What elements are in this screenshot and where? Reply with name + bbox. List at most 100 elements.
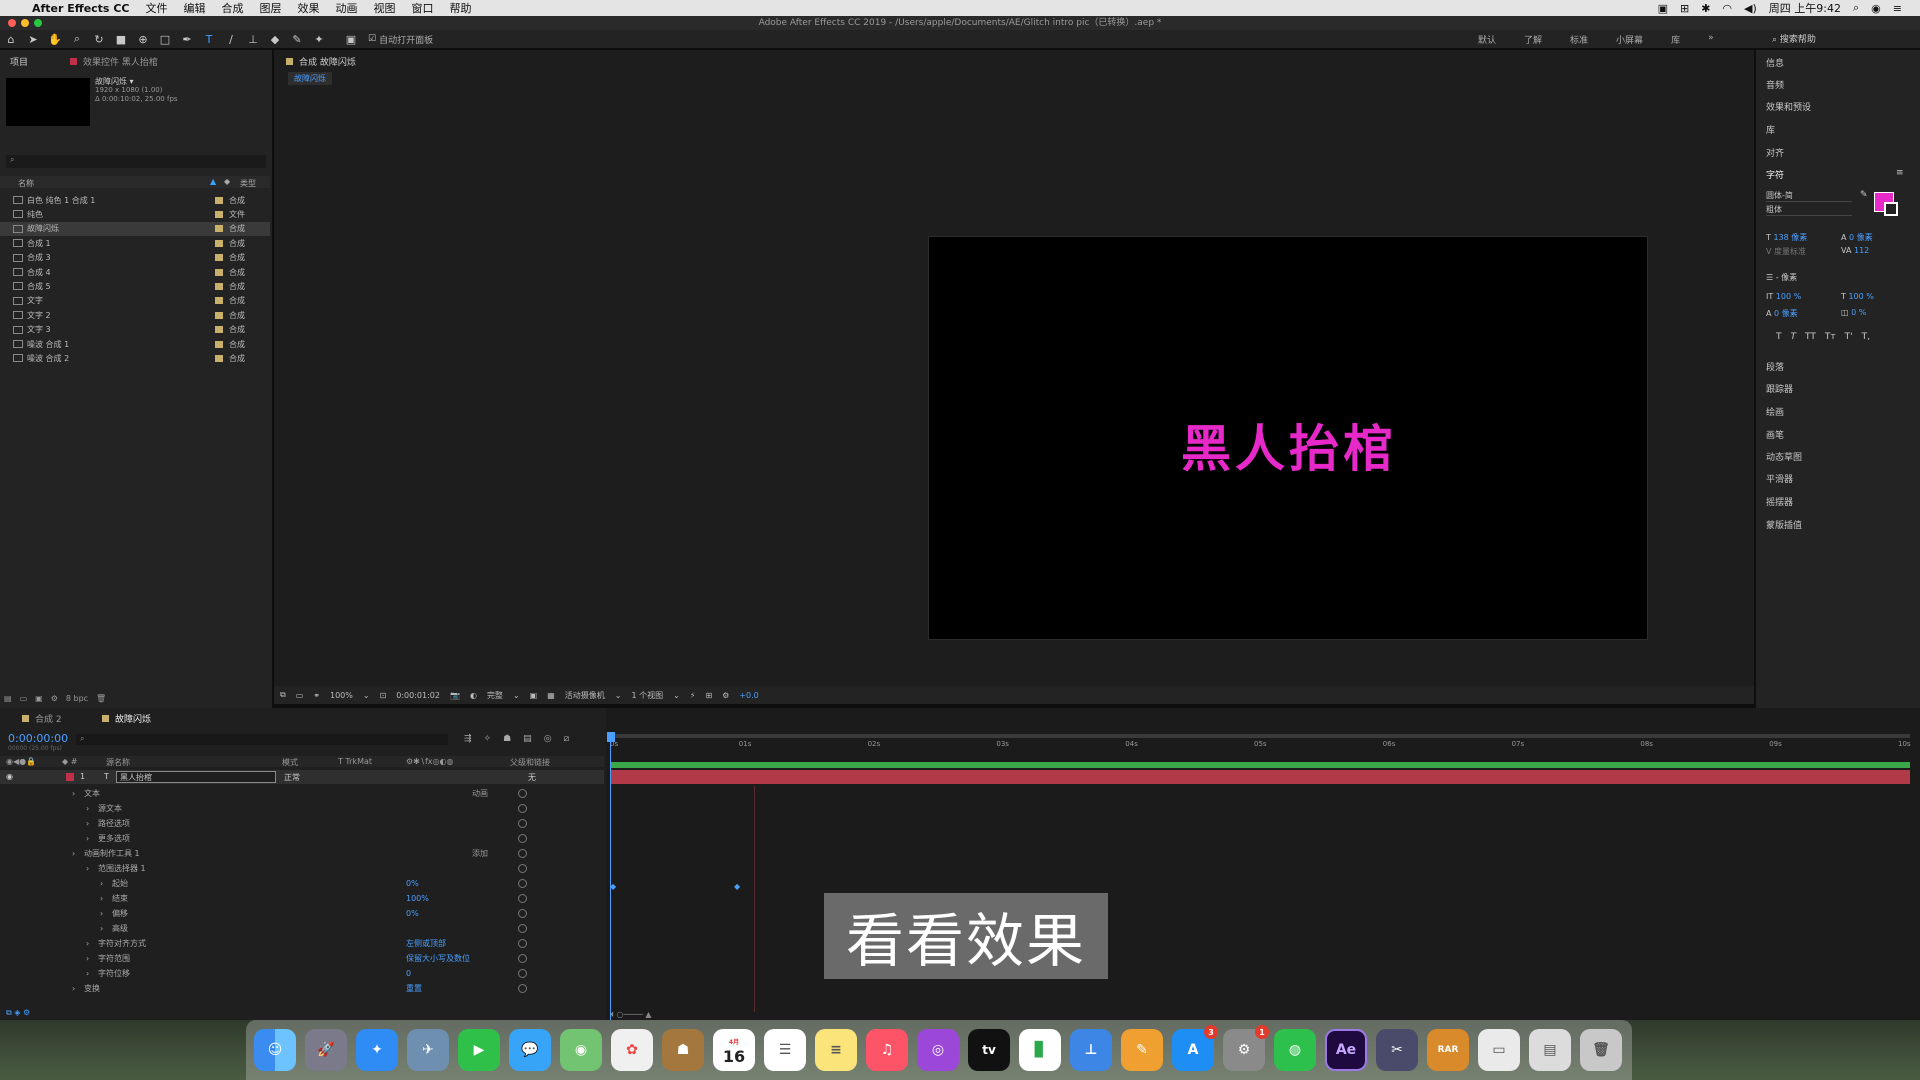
current-time-indicator[interactable] xyxy=(610,732,611,1022)
label-color-swatch[interactable] xyxy=(215,268,223,276)
panel-info[interactable]: 信息 xyxy=(1766,56,1784,69)
siri-icon[interactable]: ◉ xyxy=(1871,2,1881,15)
eyedropper-icon[interactable]: ✎ xyxy=(1860,190,1868,200)
baseline-shift-field[interactable]: A 0 像素 xyxy=(1766,308,1798,319)
chevron-right-icon[interactable]: › xyxy=(72,984,75,993)
new-folder-icon[interactable]: ▭ xyxy=(20,694,28,703)
property-row[interactable]: › 高级 xyxy=(0,921,604,936)
project-item[interactable]: 文字 合成 xyxy=(0,294,270,308)
menu-help[interactable]: 帮助 xyxy=(441,0,479,16)
reminders-icon[interactable]: ☰ xyxy=(764,1029,806,1071)
timeline-footer-icons[interactable]: ⧉ ◈ ⚙ xyxy=(6,1008,30,1018)
stroke-width-field[interactable]: ☰ - 像素 xyxy=(1766,272,1797,283)
label-color-swatch[interactable] xyxy=(215,340,223,348)
exposure-value[interactable]: +0.0 xyxy=(739,691,758,700)
kerning-field[interactable]: V 度量标准 xyxy=(1766,246,1806,257)
bluetooth-icon[interactable]: ✱ xyxy=(1701,2,1710,15)
stopwatch-icon[interactable] xyxy=(518,984,527,993)
camera-tool-icon[interactable]: ■ xyxy=(110,33,132,46)
property-row[interactable]: › 起始 0% xyxy=(0,876,604,891)
panel-effects-presets[interactable]: 效果和预设 xyxy=(1766,100,1811,113)
panel-paint[interactable]: 绘画 xyxy=(1766,405,1784,418)
tab-composition[interactable]: 合成 故障闪烁 xyxy=(286,55,356,68)
roto-brush-tool-icon[interactable]: ✎ xyxy=(286,33,308,46)
property-row[interactable]: › 字符范围 保留大小写及数位 xyxy=(0,951,604,966)
menu-composition[interactable]: 合成 xyxy=(213,0,251,16)
timeline-tracks[interactable]: 0s 01s 02s 03s 04s 05s 06s 07s 08s 09s 10s ◆ ◆ ⏴ ○… xyxy=(606,708,1920,1022)
comp-canvas[interactable]: 黑人抬棺 xyxy=(928,236,1648,640)
layer-duration-bar[interactable] xyxy=(610,770,1910,784)
keynote-icon[interactable]: ⊥ xyxy=(1070,1029,1112,1071)
shy-layers-icon[interactable]: ☗ xyxy=(503,734,511,744)
stopwatch-icon[interactable] xyxy=(518,849,527,858)
panel-toggle-icon[interactable]: ▣ xyxy=(340,33,362,46)
panel-audio[interactable]: 音频 xyxy=(1766,78,1784,91)
visibility-icon[interactable]: ◉ xyxy=(6,772,13,781)
layer-mode-dropdown[interactable]: 正常 xyxy=(284,772,300,783)
horizontal-scale-value[interactable]: 100 % xyxy=(1848,292,1873,301)
property-row[interactable]: › 源文本 xyxy=(0,801,604,816)
chevron-right-icon[interactable]: › xyxy=(100,909,103,918)
tab-comp-2[interactable]: 合成 2 xyxy=(22,712,62,725)
sort-icon[interactable]: ▲ xyxy=(210,177,216,186)
screenshot-file-icon[interactable]: ▭ xyxy=(1478,1029,1520,1071)
stroke-width-value[interactable]: - 像素 xyxy=(1776,273,1797,282)
panel-brushes[interactable]: 画笔 xyxy=(1766,428,1784,441)
stopwatch-icon[interactable] xyxy=(518,939,527,948)
chevron-right-icon[interactable]: › xyxy=(86,864,89,873)
resolution-dropdown[interactable]: 完整 xyxy=(487,690,503,701)
chevron-right-icon[interactable]: › xyxy=(100,894,103,903)
eraser-tool-icon[interactable]: ◆ xyxy=(264,33,286,46)
label-color-swatch[interactable] xyxy=(215,297,223,305)
superscript-button[interactable]: T' xyxy=(1845,332,1853,342)
zoom-tool-icon[interactable]: ⌕ xyxy=(66,32,88,46)
region-of-interest-icon[interactable]: ▣ xyxy=(530,691,538,700)
column-name[interactable]: 名称 xyxy=(18,178,34,189)
close-window-button[interactable] xyxy=(8,19,16,27)
apple-tv-icon[interactable]: tv xyxy=(968,1029,1010,1071)
new-comp-icon[interactable]: ▣ xyxy=(35,694,43,703)
menu-layer[interactable]: 图层 xyxy=(251,0,289,16)
current-time[interactable]: 0:00:01:02 xyxy=(396,691,440,700)
property-value[interactable]: 100% xyxy=(406,894,429,903)
small-caps-button[interactable]: Tт xyxy=(1825,332,1836,342)
snapshot-icon[interactable]: 📷 xyxy=(450,691,460,700)
property-value[interactable]: 0% xyxy=(406,879,419,888)
draft-3d-icon[interactable]: ✧ xyxy=(484,734,492,744)
label-color-swatch[interactable] xyxy=(215,254,223,262)
wifi-icon[interactable]: ◠ xyxy=(1722,2,1732,15)
system-preferences-icon[interactable]: ⚙ 1 xyxy=(1223,1025,1269,1071)
panel-character-title[interactable]: 字符 xyxy=(1766,168,1784,181)
faux-bold-button[interactable]: T xyxy=(1776,332,1782,342)
rotate-tool-icon[interactable]: ↻ xyxy=(88,33,110,46)
panel-smoother[interactable]: 平滑器 xyxy=(1766,472,1793,485)
font-size-value[interactable]: 138 像素 xyxy=(1773,233,1807,242)
notes-icon[interactable]: ≡ xyxy=(815,1029,857,1071)
stopwatch-icon[interactable] xyxy=(518,969,527,978)
tab-effect-controls[interactable]: 效果控件 黑人抬棺 xyxy=(70,55,158,68)
project-item[interactable]: 合成 4 合成 xyxy=(0,265,270,279)
hand-tool-icon[interactable]: ✋ xyxy=(44,33,66,46)
chevron-right-icon[interactable]: › xyxy=(72,849,75,858)
workspace-small-screen[interactable]: 小屏幕 xyxy=(1616,33,1643,46)
home-icon[interactable]: ⌂ xyxy=(0,33,22,46)
property-value[interactable]: 左侧或顶部 xyxy=(406,938,446,949)
panel-align[interactable]: 对齐 xyxy=(1766,146,1784,159)
flowchart-icon[interactable]: ⚙ xyxy=(722,691,729,700)
type-tool-icon[interactable]: T xyxy=(198,33,220,46)
graph-editor-icon[interactable]: ⧄ xyxy=(564,734,570,744)
work-area-bar[interactable] xyxy=(610,734,1910,738)
property-row[interactable]: › 范围选择器 1 xyxy=(0,861,604,876)
numbers-icon[interactable]: ▊ xyxy=(1019,1029,1061,1071)
leading-field[interactable]: A 0 像素 xyxy=(1841,232,1873,243)
property-menu[interactable]: 动画 xyxy=(472,788,488,799)
column-parent[interactable]: 父级和链接 xyxy=(510,757,550,768)
maps-icon[interactable]: ◉ xyxy=(560,1029,602,1071)
bpc-label[interactable]: 8 bpc xyxy=(66,694,88,703)
spotlight-icon[interactable]: ⌕ xyxy=(1853,1,1859,15)
clock[interactable]: 周四 上午9:42 xyxy=(1769,0,1841,16)
panel-libraries[interactable]: 库 xyxy=(1766,123,1775,136)
label-color-swatch[interactable] xyxy=(215,225,223,233)
chevron-right-icon[interactable]: › xyxy=(86,834,89,843)
stopwatch-icon[interactable] xyxy=(518,924,527,933)
